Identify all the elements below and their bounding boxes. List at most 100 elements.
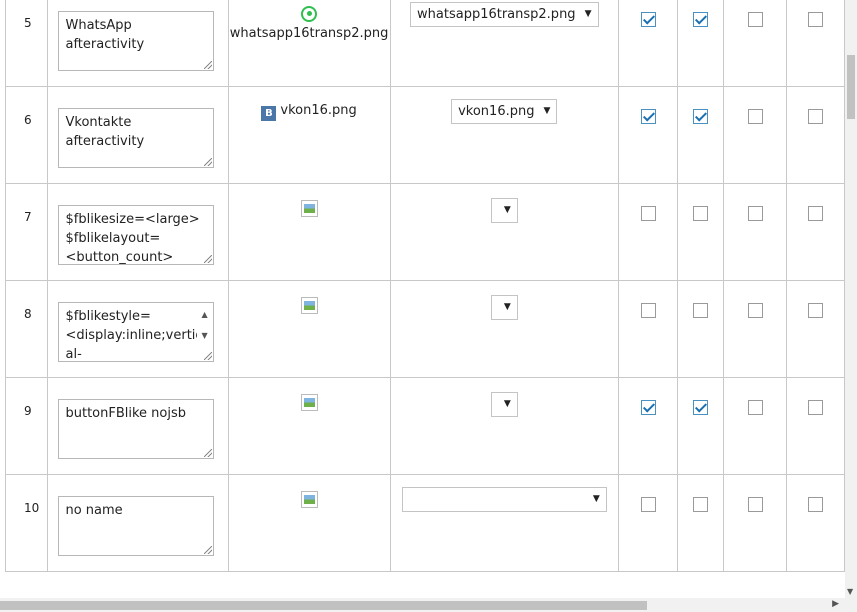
option-checkbox-1[interactable] <box>640 497 656 512</box>
checkbox-cell <box>723 183 787 281</box>
row-number: 5 <box>24 16 32 30</box>
row-number-cell: 7 <box>4 183 49 281</box>
option-checkbox-3[interactable] <box>747 206 763 221</box>
image-select-cell: ▼ <box>389 474 620 572</box>
name-textarea[interactable]: WhatsApp afteractivity <box>58 11 215 71</box>
checkbox-cell <box>677 86 725 184</box>
broken-image-icon <box>300 200 318 217</box>
resize-grip-icon[interactable] <box>204 449 213 457</box>
resize-grip-icon[interactable] <box>204 546 213 554</box>
name-text: WhatsApp afteractivity <box>65 18 145 52</box>
checkbox-cell <box>723 0 787 87</box>
buttons-table: 5 WhatsApp afteractivity whatsapp16trans… <box>4 0 845 572</box>
row-number-cell: 8 <box>4 280 49 378</box>
resize-grip-icon[interactable] <box>204 158 213 166</box>
checkbox-cell <box>723 86 787 184</box>
name-text: no name <box>65 503 123 518</box>
table-row: 10 no name ▼ <box>4 474 845 572</box>
row-number-cell: 6 <box>4 86 49 184</box>
whatsapp-icon <box>301 6 318 22</box>
vk-icon: B <box>261 106 277 121</box>
broken-image-icon <box>300 297 318 314</box>
image-select[interactable]: ▼ <box>490 295 518 320</box>
name-textarea[interactable]: Vkontakte afteractivity <box>58 108 215 168</box>
chevron-down-icon: ▼ <box>543 106 551 116</box>
option-checkbox-1[interactable] <box>640 12 656 27</box>
image-filename: whatsapp16transp2.png <box>229 26 389 41</box>
checkbox-cell <box>785 183 845 281</box>
option-checkbox-3[interactable] <box>747 497 763 512</box>
chevron-down-icon: ▼ <box>503 399 511 409</box>
image-select-cell: whatsapp16transp2.png ▼ <box>389 0 620 87</box>
chevron-down-icon: ▼ <box>584 9 592 19</box>
row-number-cell: 9 <box>4 377 49 475</box>
name-textarea[interactable]: no name <box>58 496 215 556</box>
name-textarea[interactable]: $fblikestyle= <display:inline;vertic al-… <box>58 302 215 362</box>
option-checkbox-2[interactable] <box>693 12 709 27</box>
scrollbar-corner <box>845 598 857 612</box>
option-checkbox-2[interactable] <box>693 206 709 221</box>
image-select[interactable]: whatsapp16transp2.png ▼ <box>410 2 599 27</box>
resize-grip-icon[interactable] <box>204 352 213 360</box>
checkbox-cell <box>723 280 787 378</box>
resize-grip-icon[interactable] <box>204 255 213 263</box>
image-select[interactable]: ▼ <box>401 487 607 512</box>
broken-image-icon <box>300 394 318 411</box>
option-checkbox-1[interactable] <box>640 303 656 318</box>
option-checkbox-2[interactable] <box>693 303 709 318</box>
vertical-scrollbar[interactable]: ▼ <box>845 0 857 598</box>
row-number-cell: 10 <box>4 474 49 572</box>
checkbox-cell <box>785 474 845 572</box>
option-checkbox-2[interactable] <box>693 497 709 512</box>
option-checkbox-4[interactable] <box>807 303 823 318</box>
row-number: 6 <box>24 113 32 127</box>
option-checkbox-3[interactable] <box>747 12 763 27</box>
horizontal-scrollbar[interactable]: ▶ <box>0 598 845 612</box>
option-checkbox-4[interactable] <box>807 12 823 27</box>
resize-grip-icon[interactable] <box>204 61 213 69</box>
name-text: Vkontakte afteractivity <box>65 115 145 149</box>
checkbox-cell <box>677 474 725 572</box>
option-checkbox-2[interactable] <box>693 109 709 124</box>
image-select[interactable]: ▼ <box>490 198 518 223</box>
name-textarea[interactable]: buttonFBlike nojsb <box>58 399 215 459</box>
option-checkbox-2[interactable] <box>693 400 709 415</box>
name-text: $fblikestyle= <display:inline;vertic al- <box>65 309 203 362</box>
checkbox-cell <box>618 86 679 184</box>
name-cell: $fblikestyle= <display:inline;vertic al-… <box>47 280 229 378</box>
image-select-value: vkon16.png <box>458 104 535 119</box>
horizontal-scrollbar-thumb[interactable] <box>0 601 647 610</box>
option-checkbox-1[interactable] <box>640 206 656 221</box>
table-row: 6 Vkontakte afteractivity Bvkon16.png vk… <box>4 86 845 184</box>
scroll-down-arrow-icon[interactable]: ▼ <box>201 326 207 345</box>
image-select[interactable]: vkon16.png ▼ <box>451 99 558 124</box>
option-checkbox-1[interactable] <box>640 400 656 415</box>
image-select[interactable]: ▼ <box>490 392 518 417</box>
option-checkbox-4[interactable] <box>807 206 823 221</box>
option-checkbox-4[interactable] <box>807 109 823 124</box>
option-checkbox-4[interactable] <box>807 400 823 415</box>
image-select-value: whatsapp16transp2.png <box>417 7 576 22</box>
option-checkbox-1[interactable] <box>640 109 656 124</box>
image-cell: Bvkon16.png <box>227 86 391 184</box>
checkbox-cell <box>618 280 679 378</box>
scroll-right-arrow-icon[interactable]: ▶ <box>832 599 839 609</box>
scroll-down-arrow-icon[interactable]: ▼ <box>847 587 853 596</box>
checkbox-cell <box>618 0 679 87</box>
name-textarea[interactable]: $fblikesize=<large> $fblikelayout= <butt… <box>58 205 215 265</box>
checkbox-cell <box>677 183 725 281</box>
checkbox-cell <box>677 377 725 475</box>
vertical-scrollbar-thumb[interactable] <box>847 55 855 119</box>
option-checkbox-3[interactable] <box>747 109 763 124</box>
name-text: $fblikesize=<large> $fblikelayout= <butt… <box>65 212 200 265</box>
option-checkbox-4[interactable] <box>807 497 823 512</box>
scroll-up-arrow-icon[interactable]: ▲ <box>201 305 207 324</box>
option-checkbox-3[interactable] <box>747 303 763 318</box>
image-select-cell: vkon16.png ▼ <box>389 86 620 184</box>
table-row: 5 WhatsApp afteractivity whatsapp16trans… <box>4 0 845 87</box>
option-checkbox-3[interactable] <box>747 400 763 415</box>
table-row: 7 $fblikesize=<large> $fblikelayout= <bu… <box>4 183 845 281</box>
row-number: 7 <box>24 210 32 224</box>
row-number-cell: 5 <box>4 0 49 87</box>
name-cell: buttonFBlike nojsb <box>47 377 229 475</box>
